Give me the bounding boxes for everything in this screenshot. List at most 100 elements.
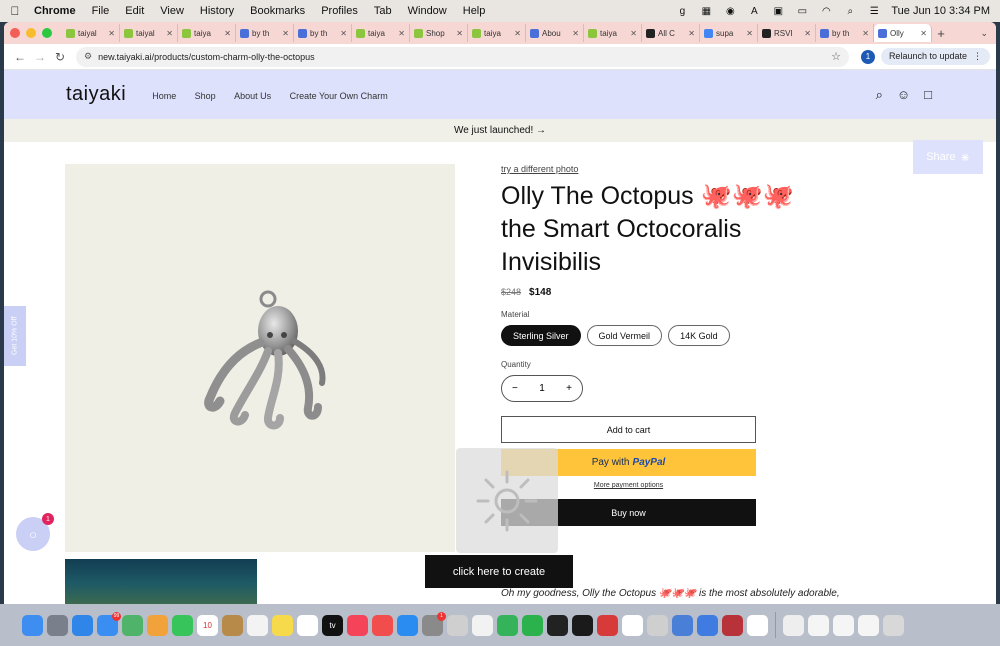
tab-close-icon[interactable]: ✕ <box>340 29 347 38</box>
browser-tab[interactable]: RSVI ✕ <box>758 24 816 42</box>
tab-close-icon[interactable]: ✕ <box>514 29 521 38</box>
add-to-cart-button[interactable]: Add to cart <box>501 416 756 443</box>
reminders-icon[interactable] <box>247 614 268 636</box>
discount-side-tab[interactable]: Get 10% Off <box>4 306 26 366</box>
stocks-icon[interactable] <box>572 614 593 636</box>
safari-icon[interactable] <box>72 614 93 636</box>
text-icon[interactable]: A <box>747 5 761 17</box>
menu-tab[interactable]: Tab <box>366 5 400 17</box>
address-bar[interactable]: ⚙ new.taiyaki.ai/products/custom-charm-o… <box>76 46 849 67</box>
photos-icon[interactable] <box>147 614 168 636</box>
tab-close-icon[interactable]: ✕ <box>224 29 231 38</box>
keynote-icon[interactable] <box>697 614 718 636</box>
appletv-icon[interactable]: tv <box>322 614 343 636</box>
nav-about-us[interactable]: About Us <box>234 91 271 101</box>
preview-icon[interactable] <box>672 614 693 636</box>
menu-view[interactable]: View <box>152 5 192 17</box>
relaunch-button[interactable]: Relaunch to update ⋮ <box>880 48 990 65</box>
tab-close-icon[interactable]: ✕ <box>572 29 579 38</box>
f-app-icon[interactable] <box>622 614 643 636</box>
record-icon[interactable]: ◉ <box>723 5 737 17</box>
tab-close-icon[interactable]: ✕ <box>456 29 463 38</box>
zoom-window-button[interactable] <box>42 28 52 38</box>
create-button[interactable]: click here to create <box>425 555 573 588</box>
calendar-icon[interactable]: 10 <box>197 614 218 636</box>
material-option[interactable]: 14K Gold <box>668 325 730 346</box>
menu-window[interactable]: Window <box>400 5 455 17</box>
search-icon[interactable]: ⌕ <box>876 87 883 103</box>
increase-quantity-button[interactable]: + <box>566 383 572 394</box>
mail-icon[interactable]: 99 <box>97 611 121 636</box>
browser-tab[interactable]: supa ✕ <box>700 24 758 42</box>
menu-history[interactable]: History <box>192 5 242 17</box>
announcement-bar[interactable]: We just launched! → <box>4 119 996 142</box>
browser-tab[interactable]: taiya ✕ <box>584 24 642 42</box>
trash-icon[interactable] <box>883 614 904 636</box>
spotlight-icon[interactable]: ⌕ <box>843 5 857 17</box>
browser-tab[interactable]: taiyal ✕ <box>62 24 120 42</box>
site-logo[interactable]: taiyaki <box>66 83 126 106</box>
news-icon[interactable] <box>372 614 393 636</box>
music-icon[interactable] <box>347 614 368 636</box>
grid-icon[interactable]: ▦ <box>699 5 713 17</box>
browser-tab[interactable]: All C ✕ <box>642 24 700 42</box>
browser-tab[interactable]: taiya ✕ <box>352 24 410 42</box>
menu-app-name[interactable]: Chrome <box>26 5 84 17</box>
forward-icon[interactable]: → <box>30 50 50 64</box>
g-app-icon[interactable] <box>747 614 768 636</box>
product-thumbnail[interactable] <box>65 559 257 604</box>
browser-tab[interactable]: by th ✕ <box>236 24 294 42</box>
tab-close-icon[interactable]: ✕ <box>746 29 753 38</box>
screenshot-3-icon[interactable] <box>858 614 879 636</box>
notes-icon[interactable] <box>272 614 293 636</box>
screenshot-2-icon[interactable] <box>833 614 854 636</box>
appstore-icon[interactable] <box>397 614 418 636</box>
tab-close-icon[interactable]: ✕ <box>282 29 289 38</box>
decrease-quantity-button[interactable]: − <box>512 383 518 394</box>
tab-close-icon[interactable]: ✕ <box>108 29 115 38</box>
new-tab-button[interactable]: + <box>932 26 950 41</box>
pencil-icon[interactable] <box>447 614 468 636</box>
menu-help[interactable]: Help <box>455 5 494 17</box>
reload-icon[interactable]: ↻ <box>50 50 70 64</box>
clock[interactable]: Tue Jun 10 3:34 PM <box>891 5 990 17</box>
menu-edit[interactable]: Edit <box>117 5 152 17</box>
back-icon[interactable]: ← <box>10 50 30 64</box>
product-image[interactable] <box>65 164 455 552</box>
try-different-photo-link[interactable]: try a different photo <box>501 164 831 174</box>
bookmark-star-icon[interactable]: ☆ <box>831 50 841 63</box>
clipboard-icon[interactable]: ▣ <box>771 5 785 17</box>
battery-icon[interactable]: ▭ <box>795 5 809 17</box>
finder-icon[interactable] <box>22 614 43 636</box>
screenshot-1-icon[interactable] <box>808 614 829 636</box>
browser-tab[interactable]: taiya ✕ <box>468 24 526 42</box>
quantity-value[interactable]: 1 <box>539 383 545 394</box>
maps-icon[interactable] <box>122 614 143 636</box>
profile-avatar[interactable]: 1 <box>860 49 875 64</box>
control-center-icon[interactable]: ☰ <box>867 5 881 17</box>
tab-close-icon[interactable]: ✕ <box>688 29 695 38</box>
browser-tab[interactable]: Olly ✕ <box>874 24 932 42</box>
nav-shop[interactable]: Shop <box>195 91 216 101</box>
minimize-window-button[interactable] <box>26 28 36 38</box>
notes-brown-icon[interactable] <box>222 614 243 636</box>
terminal-icon[interactable] <box>547 614 568 636</box>
account-icon[interactable]: ☺ <box>897 87 910 103</box>
document-icon[interactable] <box>783 614 804 636</box>
menu-bookmarks[interactable]: Bookmarks <box>242 5 313 17</box>
tab-close-icon[interactable]: ✕ <box>862 29 869 38</box>
share-button[interactable]: Share ⋇ <box>913 140 983 174</box>
settings-icon[interactable]: 1 <box>422 611 446 636</box>
material-option[interactable]: Sterling Silver <box>501 325 581 346</box>
browser-tab[interactable]: by th ✕ <box>294 24 352 42</box>
chrome-icon[interactable] <box>472 614 493 636</box>
browser-tab[interactable]: Abou ✕ <box>526 24 584 42</box>
whatsapp-icon[interactable] <box>522 614 543 636</box>
dictionary-icon[interactable] <box>722 614 743 636</box>
apple-icon[interactable]:  <box>4 4 26 18</box>
tab-close-icon[interactable]: ✕ <box>920 29 927 38</box>
launchpad-icon[interactable] <box>47 614 68 636</box>
site-info-icon[interactable]: ⚙ <box>84 51 92 62</box>
wifi-icon[interactable]: ◠ <box>819 5 833 17</box>
material-option[interactable]: Gold Vermeil <box>586 325 663 346</box>
